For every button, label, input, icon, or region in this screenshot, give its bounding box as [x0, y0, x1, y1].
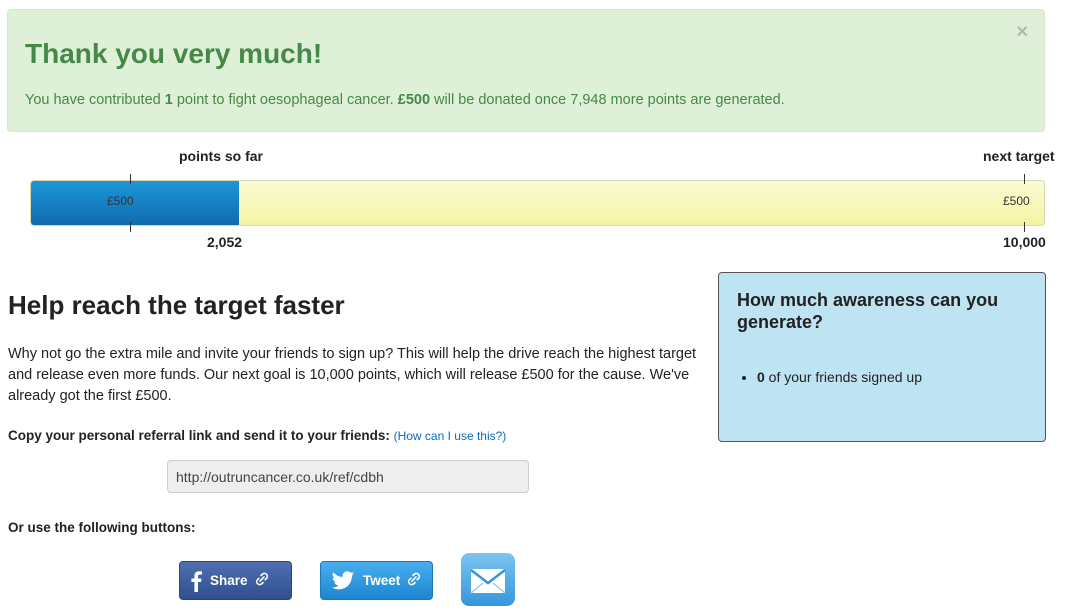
progress-bar-fill: [31, 181, 239, 225]
target-marker-label: £500: [1003, 194, 1030, 208]
current-marker-tick-top: [130, 174, 131, 184]
alert-title: Thank you very much!: [25, 38, 323, 69]
facebook-icon: [190, 570, 202, 592]
target-points-value: 10,000: [1003, 234, 1046, 250]
current-marker-tick-bottom: [130, 222, 131, 232]
awareness-list: 0 of your friends signed up: [737, 369, 922, 385]
external-link-icon: [254, 571, 270, 590]
help-description: Why not go the extra mile and invite you…: [8, 346, 697, 404]
envelope-icon: [461, 569, 515, 610]
current-points-value: 2,052: [207, 234, 243, 250]
buttons-label: Or use the following buttons:: [8, 520, 196, 535]
share-label: Share: [210, 573, 248, 588]
referral-link-field[interactable]: [167, 460, 529, 493]
awareness-panel: How much awareness can you generate? 0 o…: [718, 272, 1046, 442]
success-alert: × Thank you very much! You have contribu…: [7, 9, 1045, 132]
target-marker-tick-bottom: [1024, 222, 1025, 232]
current-marker-label: £500: [107, 194, 134, 208]
how-to-use-link[interactable]: (How can I use this?): [394, 429, 507, 443]
alert-message: You have contributed 1 point to fight oe…: [25, 92, 785, 108]
tweet-label: Tweet: [363, 573, 401, 588]
target-marker-tick-top: [1024, 174, 1025, 184]
next-target-label: next target: [983, 148, 1055, 164]
section-title: Help reach the target faster: [8, 290, 345, 320]
facebook-share-button[interactable]: Share: [179, 561, 292, 600]
email-share-button[interactable]: [461, 553, 515, 606]
twitter-tweet-button[interactable]: Tweet: [320, 561, 433, 600]
copy-link-label: Copy your personal referral link and sen…: [8, 428, 507, 443]
twitter-bird-icon: [331, 570, 355, 591]
progress-bar: £500 £500: [30, 180, 1045, 226]
awareness-title: How much awareness can you generate?: [737, 290, 999, 332]
close-icon[interactable]: ×: [1016, 22, 1028, 42]
list-item: 0 of your friends signed up: [757, 369, 922, 385]
external-link-icon: [406, 571, 422, 590]
points-so-far-label: points so far: [179, 148, 264, 164]
